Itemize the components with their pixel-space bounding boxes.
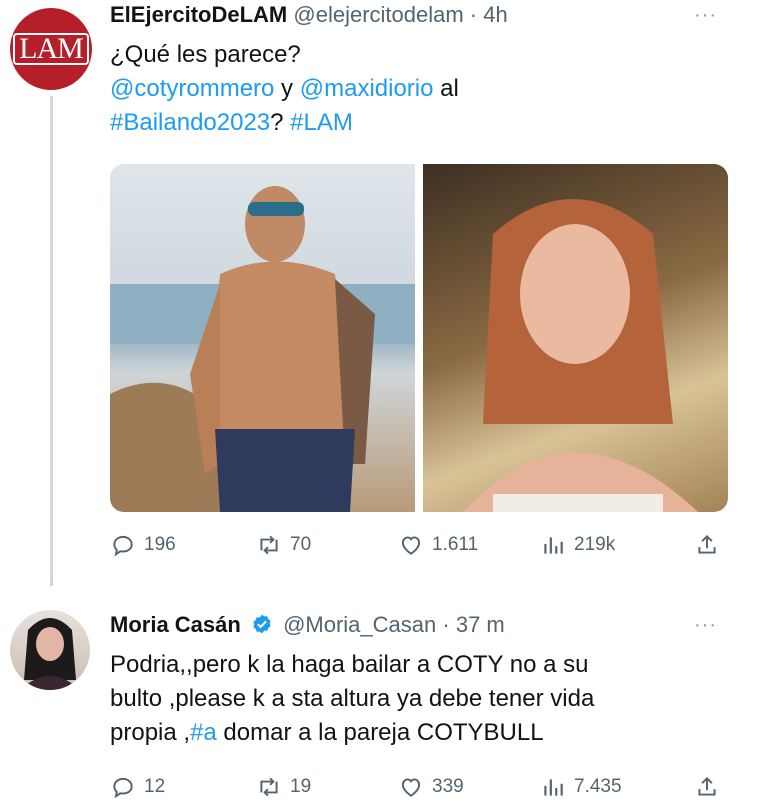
text-fragment: y xyxy=(274,75,300,102)
reply-button[interactable]: 12 xyxy=(110,774,165,800)
woman-silhouette-illustration xyxy=(463,199,698,512)
reply-count: 196 xyxy=(144,534,176,555)
thread-line xyxy=(50,96,53,586)
separator-dot: · xyxy=(463,2,484,27)
hashtag-link[interactable]: #a xyxy=(190,719,217,746)
reply-icon xyxy=(113,777,133,799)
tweet1-author-name[interactable]: ElEjercitoDeLAM xyxy=(110,2,287,27)
man-silhouette-illustration xyxy=(110,186,415,512)
views-count: 7.435 xyxy=(574,776,622,797)
reply-count: 12 xyxy=(144,776,166,797)
text-fragment: al xyxy=(433,75,459,102)
repost-icon xyxy=(260,535,278,555)
views-button[interactable]: 7.435 xyxy=(540,774,622,800)
share-button[interactable] xyxy=(694,532,720,558)
lam-avatar[interactable]: LAM xyxy=(10,8,92,90)
like-count: 339 xyxy=(432,776,464,797)
tweet1-line3: #Bailando2023? #LAM xyxy=(110,106,710,140)
tweet2-text: Podria,,pero k la haga bailar a COTY no … xyxy=(110,648,740,750)
reply-icon xyxy=(113,535,133,557)
views-button[interactable]: 219k xyxy=(540,532,615,558)
hashtag-link[interactable]: #LAM xyxy=(290,109,353,136)
share-icon xyxy=(698,776,716,796)
tweet1-handle[interactable]: @elejercitodelam xyxy=(293,2,463,27)
views-count: 219k xyxy=(574,534,616,555)
separator-dot: · xyxy=(436,612,456,637)
tweet1-header: ElEjercitoDeLAM @elejercitodelam · 4h xyxy=(110,2,508,28)
reply-button[interactable]: 196 xyxy=(110,532,176,558)
moria-avatar[interactable] xyxy=(10,610,90,690)
avatar-portrait-illustration xyxy=(20,618,80,690)
text-fragment: propia , xyxy=(110,719,191,746)
views-icon xyxy=(544,537,563,554)
tweet2-line2: bulto ,please k a sta altura ya debe ten… xyxy=(110,685,595,712)
tweet2-actions: 12 19 339 7.435 xyxy=(110,770,730,804)
repost-icon xyxy=(260,777,278,797)
repost-button[interactable]: 70 xyxy=(256,532,311,558)
like-button[interactable]: 339 xyxy=(398,774,464,800)
tweet1-line2: @cotyrommero y @maxidiorio al xyxy=(110,72,710,106)
mention-link[interactable]: @cotyrommero xyxy=(110,75,274,102)
share-icon xyxy=(698,534,716,554)
heart-icon xyxy=(401,778,421,797)
share-button[interactable] xyxy=(694,774,720,800)
avatar-logo-text: LAM xyxy=(13,33,89,65)
tweet2-handle[interactable]: @Moria_Casan xyxy=(283,612,436,637)
tweet1-line1: ¿Qué les parece? xyxy=(110,41,301,68)
tweet1-time[interactable]: 4h xyxy=(483,2,507,27)
repost-count: 19 xyxy=(290,776,312,797)
hashtag-link[interactable]: #Bailando2023 xyxy=(110,109,270,136)
text-fragment: domar a la pareja COTYBULL xyxy=(216,719,544,746)
tweet1-text: ¿Qué les parece? @cotyrommero y @maxidio… xyxy=(110,38,710,140)
tweet2-line3: propia ,#a domar a la pareja COTYBULL xyxy=(110,716,740,750)
repost-count: 70 xyxy=(290,534,312,555)
verified-badge-icon xyxy=(253,614,271,634)
tweet2-line1: Podria,,pero k la haga bailar a COTY no … xyxy=(110,651,589,678)
text-fragment: ? xyxy=(270,109,291,136)
tweet1-more-icon[interactable]: ··· xyxy=(694,4,717,27)
tweet2-header: Moria Casán @Moria_Casan · 37 m xyxy=(110,612,505,638)
like-count: 1.611 xyxy=(432,534,479,555)
mention-link[interactable]: @maxidiorio xyxy=(300,75,434,102)
young-woman-photo[interactable] xyxy=(423,164,728,512)
views-icon xyxy=(544,779,563,796)
tweet2-more-icon[interactable]: ··· xyxy=(694,614,717,637)
tweet1-actions: 196 70 1.611 219k xyxy=(110,528,730,562)
repost-button[interactable]: 19 xyxy=(256,774,311,800)
tweet2-time[interactable]: 37 m xyxy=(456,612,505,637)
like-button[interactable]: 1.611 xyxy=(398,532,478,558)
heart-icon xyxy=(401,536,421,555)
tweet1-media-grid xyxy=(110,164,728,512)
tweet2-author-name[interactable]: Moria Casán xyxy=(110,612,241,637)
shirtless-man-beach-photo[interactable] xyxy=(110,164,415,512)
